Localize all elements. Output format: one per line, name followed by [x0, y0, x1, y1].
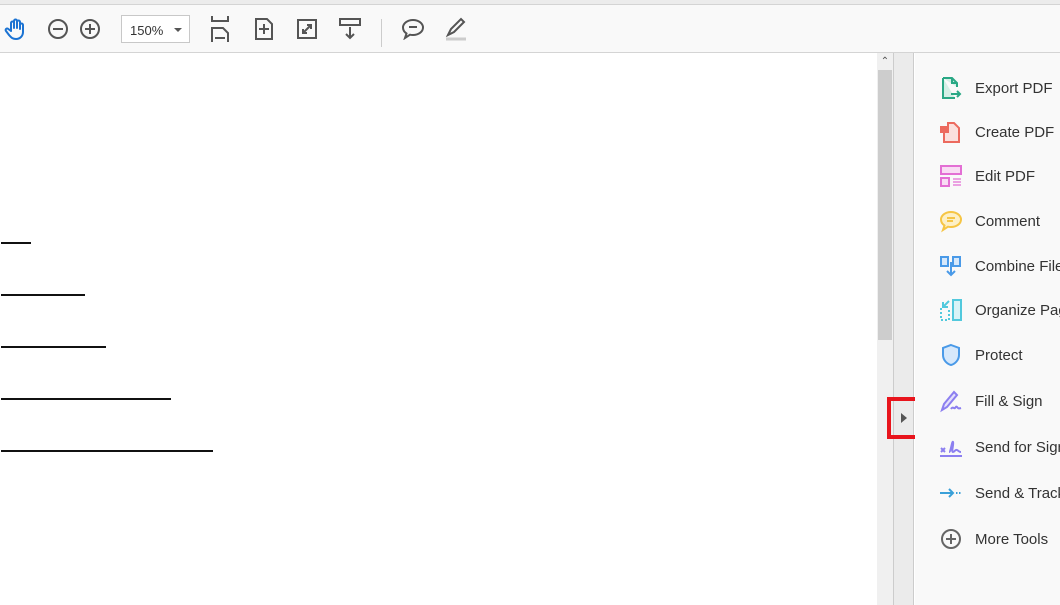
tool-label: Export PDF [975, 79, 1053, 97]
full-screen-button[interactable] [293, 15, 321, 43]
more-tools-icon [941, 529, 961, 549]
full-screen-icon [297, 19, 317, 39]
underline-blank [1, 346, 106, 348]
tool-combine-files[interactable]: Combine Files [939, 251, 1060, 281]
zoom-value: 150% [130, 23, 164, 38]
scroll-up-icon[interactable]: ⌃ [877, 53, 893, 70]
tool-comment[interactable]: Comment [939, 206, 1060, 236]
scrollbar-thumb[interactable] [878, 70, 892, 340]
highlight-button[interactable] [442, 15, 470, 43]
tool-label: Create PDF [975, 123, 1055, 141]
fill-sign-icon [940, 390, 962, 413]
tool-label: Protect [975, 346, 1023, 364]
tool-protect[interactable]: Protect [939, 340, 1060, 370]
tool-label: Send for Signature [975, 438, 1060, 456]
fit-page-button[interactable] [250, 15, 278, 43]
send-track-icon [940, 488, 962, 498]
tool-fill-sign[interactable]: Fill & Sign [939, 386, 1060, 416]
tool-edit-pdf[interactable]: Edit PDF [939, 161, 1060, 191]
tool-send-track[interactable]: Send & Track [939, 478, 1060, 508]
tool-more-tools[interactable]: More Tools [939, 524, 1060, 554]
vertical-scrollbar[interactable]: ⌃ [877, 53, 893, 605]
tool-send-for-signature[interactable]: Send for Signature [939, 432, 1060, 462]
comment-button[interactable] [399, 15, 427, 43]
tool-label: Comment [975, 212, 1041, 230]
underline-blank [1, 398, 171, 400]
fit-page-icon [255, 18, 273, 40]
scroll-mode-icon [339, 18, 361, 40]
underline-blank [1, 450, 213, 452]
triangle-right-icon [901, 413, 907, 423]
fit-width-icon [211, 16, 229, 42]
toolbar: 150% [0, 5, 1060, 53]
export-pdf-icon [942, 77, 962, 99]
document-view[interactable] [0, 53, 877, 605]
tool-label: Send & Track [975, 484, 1060, 502]
underline-blank [1, 294, 85, 296]
chevron-down-icon [174, 28, 182, 32]
hand-tool-button[interactable] [2, 15, 30, 43]
tool-label: Combine Files [975, 257, 1060, 275]
zoom-out-icon [48, 19, 68, 39]
fit-width-button[interactable] [206, 15, 234, 43]
tool-label: More Tools [975, 530, 1049, 548]
zoom-level-select[interactable]: 150% [121, 15, 190, 43]
zoom-in-button[interactable] [76, 15, 104, 43]
zoom-in-icon [80, 19, 100, 39]
scroll-mode-button[interactable] [336, 15, 364, 43]
tools-panel: Export PDF Create PDF Edit PDF Comment C… [915, 53, 1060, 605]
tool-create-pdf[interactable]: Create PDF [939, 117, 1060, 147]
tool-label: Edit PDF [975, 167, 1036, 185]
send-for-signature-icon [940, 440, 962, 457]
tool-label: Fill & Sign [975, 392, 1043, 410]
highlight-icon [445, 17, 466, 41]
tool-organize-pages[interactable]: Organize Pages [939, 295, 1060, 325]
organize-pages-icon [940, 299, 962, 321]
toolbar-divider [381, 19, 382, 47]
tool-export-pdf[interactable]: Export PDF [939, 73, 1060, 103]
panel-gutter [893, 53, 914, 605]
protect-icon [942, 343, 960, 367]
hand-icon [4, 18, 24, 40]
create-pdf-icon [940, 122, 960, 143]
underline-blank [1, 242, 31, 244]
zoom-out-button[interactable] [44, 15, 72, 43]
edit-pdf-icon [940, 165, 962, 187]
combine-files-icon [940, 256, 961, 277]
tool-label: Organize Pages [975, 301, 1060, 319]
comment-icon [939, 210, 963, 233]
comment-icon [401, 18, 425, 40]
